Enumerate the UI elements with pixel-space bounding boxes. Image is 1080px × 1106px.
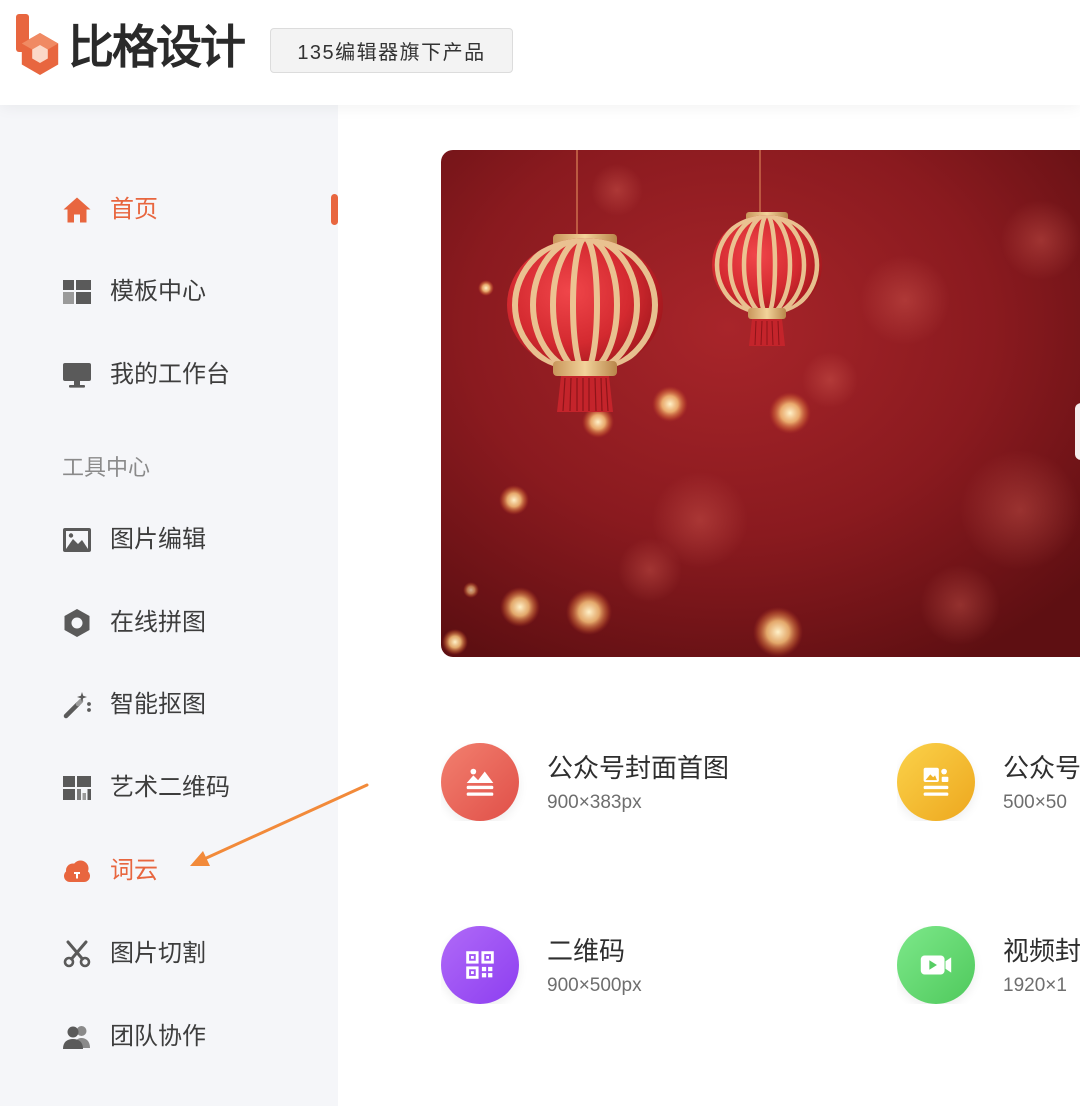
sidebar-item-image-edit[interactable]: 图片编辑 — [0, 510, 338, 570]
card-title: 视频封 — [1003, 936, 1080, 966]
sidebar-item-art-qrcode[interactable]: 艺术二维码 — [0, 758, 338, 818]
main-content: 公众号封面首图 900×383px 公众号 500×50 二维码 900×500… — [338, 105, 1080, 1106]
brand-name: 比格设计 — [68, 21, 246, 73]
tools-section-label: 工具中心 — [62, 455, 151, 480]
home-icon — [61, 194, 93, 226]
sidebar-item-label: 模板中心 — [110, 278, 206, 305]
card-size: 500×50 — [1003, 792, 1067, 813]
sidebar-item-image-split[interactable]: 图片切割 — [0, 924, 338, 984]
art-qrcode-icon — [61, 772, 93, 804]
card-title: 公众号封面首图 — [547, 753, 730, 783]
sidebar-item-home[interactable]: 首页 — [0, 180, 338, 240]
collage-hexagon-icon — [61, 607, 93, 639]
sidebar-item-workspace[interactable]: 我的工作台 — [0, 345, 338, 405]
word-cloud-icon — [61, 855, 93, 887]
sidebar-item-label: 词云 — [110, 857, 158, 884]
banner-image — [441, 150, 1080, 657]
top-header: 比格设计 135编辑器旗下产品 — [0, 0, 1080, 105]
sidebar-item-word-cloud[interactable]: 词云 — [0, 841, 338, 901]
qrcode-icon — [441, 926, 519, 1004]
product-badge: 135编辑器旗下产品 — [270, 28, 513, 73]
sidebar-item-label: 我的工作台 — [110, 361, 230, 388]
sidebar-item-label: 团队协作 — [110, 1023, 206, 1050]
card-video-cover[interactable]: 视频封 1920×1 — [897, 926, 1080, 1004]
sidebar-item-label: 艺术二维码 — [110, 774, 230, 801]
card-cover-image[interactable]: 公众号封面首图 900×383px — [441, 743, 841, 821]
card-title: 公众号 — [1003, 753, 1080, 783]
video-camera-icon — [897, 926, 975, 1004]
banner-carousel[interactable] — [441, 150, 1080, 657]
team-icon — [61, 1021, 93, 1053]
scissors-icon — [61, 938, 93, 970]
sidebar-item-templates[interactable]: 模板中心 — [0, 262, 338, 322]
sidebar-item-label: 在线拼图 — [110, 609, 206, 636]
card-size: 1920×1 — [1003, 975, 1067, 996]
card-size: 900×383px — [547, 792, 642, 813]
magic-wand-icon — [61, 689, 93, 721]
card-article-image[interactable]: 公众号 500×50 — [897, 743, 1080, 821]
active-indicator — [331, 194, 338, 225]
sidebar-item-label: 图片编辑 — [110, 526, 206, 553]
image-edit-icon — [61, 524, 93, 556]
card-size: 900×500px — [547, 975, 642, 996]
monitor-icon — [61, 359, 93, 391]
sidebar-item-label: 图片切割 — [110, 940, 206, 967]
template-grid-icon — [61, 276, 93, 308]
sidebar-item-collage[interactable]: 在线拼图 — [0, 593, 338, 653]
sidebar-item-label: 首页 — [110, 196, 158, 223]
article-image-icon — [897, 743, 975, 821]
cover-image-icon — [441, 743, 519, 821]
card-qrcode[interactable]: 二维码 900×500px — [441, 926, 841, 1004]
card-title: 二维码 — [547, 936, 626, 966]
banner-next-button[interactable] — [1075, 403, 1080, 460]
sidebar-item-team[interactable]: 团队协作 — [0, 1007, 338, 1067]
sidebar: 首页 模板中心 我的工作台 工具中心 图片编辑 在线拼图 智能抠图 艺术二维码 … — [0, 105, 338, 1106]
bige-logo-icon — [16, 14, 59, 75]
sidebar-item-cutout[interactable]: 智能抠图 — [0, 675, 338, 735]
sidebar-item-label: 智能抠图 — [110, 691, 206, 718]
brand-logo[interactable]: 比格设计 — [0, 0, 255, 105]
